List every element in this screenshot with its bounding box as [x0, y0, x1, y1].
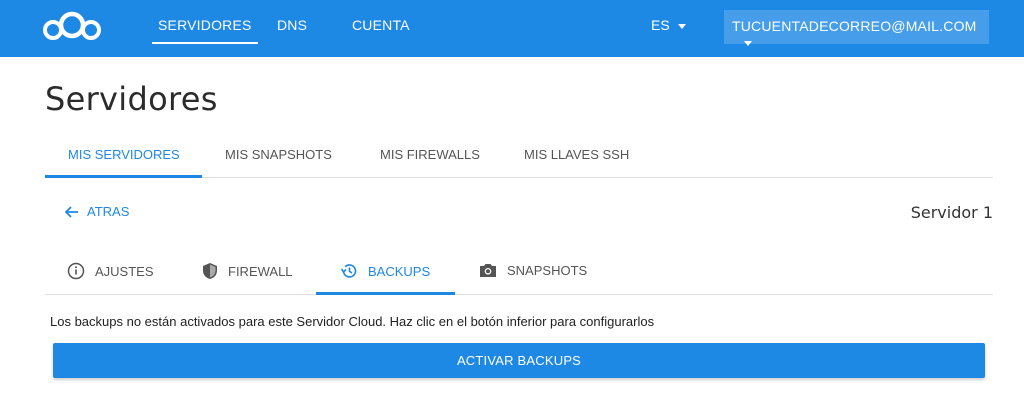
tab-mis-snapshots[interactable]: MIS SNAPSHOTS: [225, 147, 332, 162]
tab-ajustes[interactable]: AJUSTES: [67, 262, 154, 280]
main-tabs: MIS SERVIDORES MIS SNAPSHOTS MIS FIREWAL…: [45, 130, 993, 178]
chevron-down-icon: [677, 23, 686, 29]
tab-firewall-label: FIREWALL: [228, 263, 293, 279]
activate-backups-button[interactable]: ACTIVAR BACKUPS: [53, 343, 985, 378]
backups-info-message: Los backups no están activados para este…: [50, 314, 655, 329]
chevron-down-icon: [744, 40, 752, 46]
shield-icon: [203, 263, 217, 279]
tab-firewall[interactable]: FIREWALL: [202, 262, 293, 280]
arrow-left-icon: [65, 205, 78, 218]
active-tab-indicator: [45, 175, 202, 178]
cloud-circles-logo[interactable]: [40, 8, 104, 46]
info-icon: [67, 262, 85, 280]
back-label: ATRAS: [87, 204, 130, 219]
tab-snapshots-label: SNAPSHOTS: [507, 262, 588, 278]
server-name: Servidor 1: [910, 203, 993, 222]
tab-backups[interactable]: BACKUPS: [340, 262, 430, 280]
camera-icon: [480, 264, 496, 277]
account-email: TUCUENTADECORREO@MAIL.COM: [732, 18, 977, 34]
account-menu[interactable]: TUCUENTADECORREO@MAIL.COM: [724, 10, 989, 46]
language-label: ES: [651, 17, 670, 33]
server-sub-tabs: AJUSTES FIREWALL BACKUPS SNAPSHOTS: [45, 252, 993, 295]
tab-backups-label: BACKUPS: [368, 263, 431, 279]
tab-mis-firewalls[interactable]: MIS FIREWALLS: [380, 147, 480, 162]
history-icon: [340, 264, 357, 278]
tab-snapshots[interactable]: SNAPSHOTS: [479, 262, 587, 278]
nav-cuenta[interactable]: CUENTA: [352, 17, 410, 33]
tab-mis-llaves-ssh[interactable]: MIS LLAVES SSH: [524, 147, 629, 162]
active-sub-tab-indicator: [316, 292, 455, 295]
top-navigation-bar: SERVIDORES DNS CUENTA ES TUCUENTADECORRE…: [0, 0, 1024, 57]
page-title: Servidores: [45, 80, 218, 118]
tab-mis-servidores[interactable]: MIS SERVIDORES: [68, 147, 180, 162]
nav-dns[interactable]: DNS: [277, 17, 307, 33]
nav-servidores[interactable]: SERVIDORES: [152, 17, 258, 44]
tab-ajustes-label: AJUSTES: [95, 263, 154, 279]
language-selector[interactable]: ES: [651, 17, 686, 33]
back-button[interactable]: ATRAS: [65, 204, 129, 219]
